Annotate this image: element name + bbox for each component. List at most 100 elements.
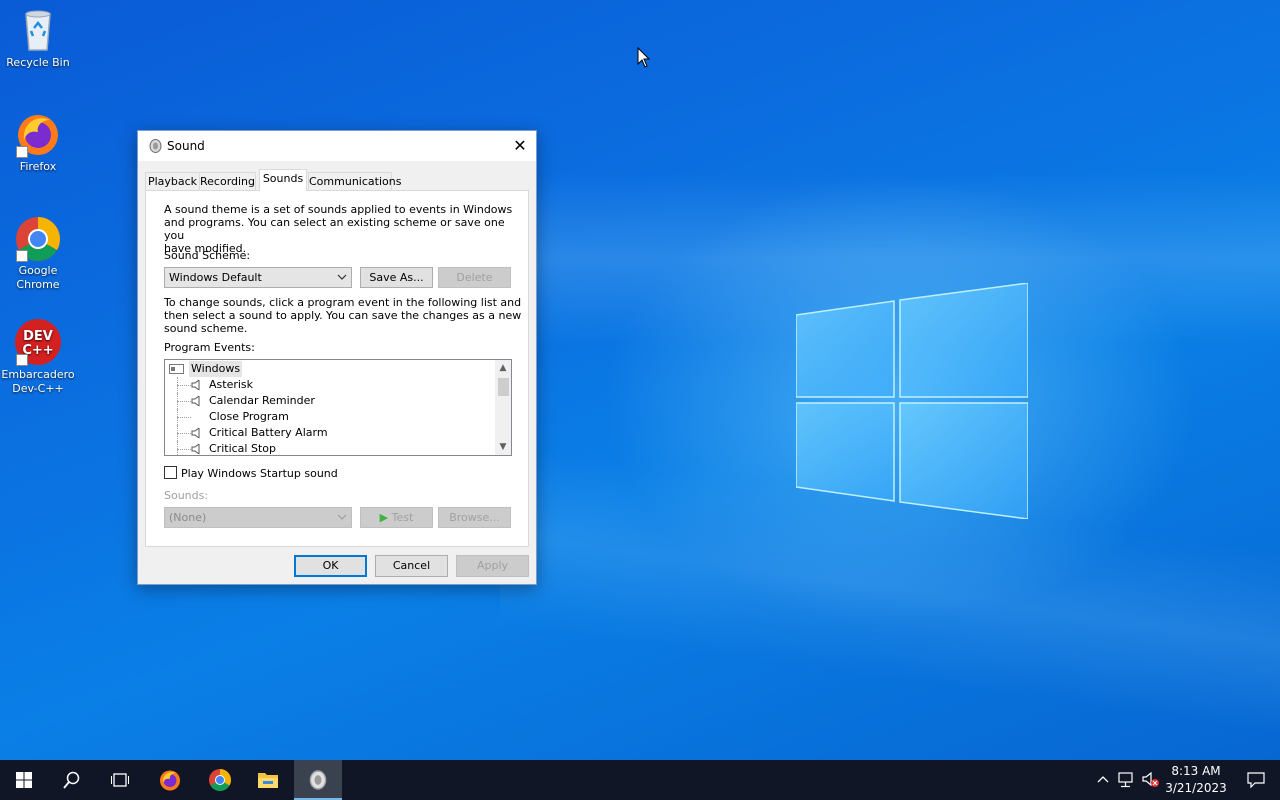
speaker-icon (191, 380, 200, 390)
clock-date: 3/21/2023 (1165, 781, 1227, 795)
apply-button[interactable]: Apply (456, 555, 529, 577)
desktop-icon-label: Recycle Bin (6, 56, 70, 69)
desktop-icon-recycle-bin[interactable]: Recycle Bin (0, 6, 76, 70)
speaker-icon (191, 444, 200, 454)
tab-sounds[interactable]: Sounds (259, 169, 307, 191)
recycle-bin-icon (14, 6, 62, 54)
tree-line (177, 401, 191, 402)
save-as-button[interactable]: Save As... (360, 267, 433, 288)
events-scrollbar[interactable]: ▲ ▼ (495, 360, 511, 455)
desktop-icon-dev-cpp[interactable]: DEV C++ Embarcadero Dev-C++ (0, 318, 76, 396)
action-center-button[interactable] (1232, 760, 1280, 800)
file-explorer-icon (258, 773, 278, 788)
chevron-up-icon (1097, 776, 1109, 783)
chevron-down-icon (337, 514, 347, 520)
list-item-windows[interactable]: Windows (165, 361, 495, 377)
tree-line (177, 433, 191, 434)
taskbar-sound-app[interactable] (294, 760, 342, 800)
test-button[interactable]: ▶ Test (360, 507, 433, 528)
intro-line: and programs. You can select an existing… (164, 216, 505, 242)
cancel-button[interactable]: Cancel (375, 555, 448, 577)
tree-line (177, 417, 191, 418)
startup-sound-checkbox[interactable] (164, 466, 177, 479)
event-label: Critical Stop (209, 442, 276, 455)
delete-button[interactable]: Delete (438, 267, 511, 288)
task-view-button[interactable] (96, 760, 144, 800)
firefox-icon (160, 770, 180, 791)
dialog-title: Sound (167, 139, 205, 153)
tab-communications[interactable]: Communications (308, 172, 401, 191)
list-item[interactable]: Asterisk (165, 377, 495, 393)
event-label: Critical Battery Alarm (209, 426, 328, 439)
taskbar-chrome[interactable] (196, 760, 244, 800)
dev-cpp-icon: DEV C++ (14, 318, 62, 366)
shortcut-arrow-icon (16, 146, 28, 158)
task-view-icon (111, 773, 129, 787)
start-button[interactable] (0, 760, 48, 800)
speaker-icon (191, 428, 200, 438)
tree-line (177, 385, 191, 386)
window-icon (169, 364, 184, 374)
speaker-icon (191, 396, 200, 406)
start-icon (16, 772, 32, 788)
sound-app-icon (309, 770, 327, 790)
instructions-line: To change sounds, click a program event … (164, 296, 522, 309)
shortcut-arrow-icon (16, 354, 28, 366)
program-events-label: Program Events: (164, 341, 255, 354)
desktop-icon-google-chrome[interactable]: Google Chrome (0, 214, 76, 292)
firefox-icon (14, 110, 62, 158)
close-icon: ✕ (513, 136, 527, 155)
network-icon (1118, 772, 1133, 788)
sounds-select[interactable]: (None) (164, 507, 352, 528)
clock-time: 8:13 AM (1171, 764, 1221, 778)
scroll-up-icon[interactable]: ▲ (495, 360, 511, 376)
taskbar: 8:13 AM 3/21/2023 (0, 760, 1280, 800)
event-label: Close Program (209, 410, 289, 423)
ok-button[interactable]: OK (294, 555, 367, 577)
show-hidden-icons-button[interactable] (1094, 760, 1112, 800)
event-label: Calendar Reminder (209, 394, 315, 407)
desktop-icon-firefox[interactable]: Firefox (0, 110, 76, 174)
scheme-label: Sound Scheme: (164, 249, 251, 262)
notification-icon (1247, 772, 1265, 788)
intro-text: A sound theme is a set of sounds applied… (164, 203, 528, 255)
sound-dialog: Sound ✕ Playback Recording Sounds Commun… (137, 130, 537, 585)
scroll-down-icon[interactable]: ▼ (495, 439, 511, 455)
startup-sound-label[interactable]: Play Windows Startup sound (181, 467, 338, 480)
intro-line: A sound theme is a set of sounds applied… (164, 203, 513, 216)
clock[interactable]: 8:13 AM 3/21/2023 (1164, 760, 1228, 800)
instructions-line: then select a sound to apply. You can sa… (164, 309, 522, 322)
sounds-value: (None) (169, 511, 207, 524)
taskbar-firefox[interactable] (146, 760, 194, 800)
tree-line (177, 449, 191, 450)
program-events-list[interactable]: Windows Asterisk Calendar Reminder Close… (164, 359, 512, 456)
volume-tray-button[interactable] (1140, 760, 1162, 800)
scrollbar-thumb[interactable] (498, 378, 509, 396)
desktop-icon-label: Embarcadero Dev-C++ (1, 368, 75, 395)
play-icon: ▶ (379, 511, 389, 524)
tab-recording[interactable]: Recording (199, 172, 256, 191)
taskbar-file-explorer[interactable] (244, 760, 292, 800)
tab-playback[interactable]: Playback (145, 172, 200, 191)
windows-logo-wallpaper (796, 283, 1028, 519)
event-label: Asterisk (209, 378, 254, 391)
speaker-icon (149, 139, 162, 153)
volume-muted-icon (1142, 772, 1159, 787)
instructions-text: To change sounds, click a program event … (164, 296, 521, 335)
close-button[interactable]: ✕ (504, 131, 536, 161)
network-tray-button[interactable] (1116, 760, 1138, 800)
mouse-cursor-icon (637, 47, 651, 68)
sounds-label: Sounds: (164, 489, 209, 502)
list-item[interactable]: Critical Battery Alarm (165, 425, 495, 441)
chrome-icon (14, 214, 62, 262)
svg-text:DEV: DEV (23, 329, 53, 344)
sound-scheme-select[interactable]: Windows Default (164, 267, 352, 288)
list-item[interactable]: Close Program (165, 409, 495, 425)
test-label: Test (391, 511, 414, 524)
search-button[interactable] (48, 760, 96, 800)
sounds-tab-panel: A sound theme is a set of sounds applied… (145, 190, 529, 547)
browse-button[interactable]: Browse... (438, 507, 511, 528)
dialog-titlebar[interactable]: Sound ✕ (138, 131, 536, 161)
list-item[interactable]: Calendar Reminder (165, 393, 495, 409)
list-item[interactable]: Critical Stop (165, 441, 495, 455)
